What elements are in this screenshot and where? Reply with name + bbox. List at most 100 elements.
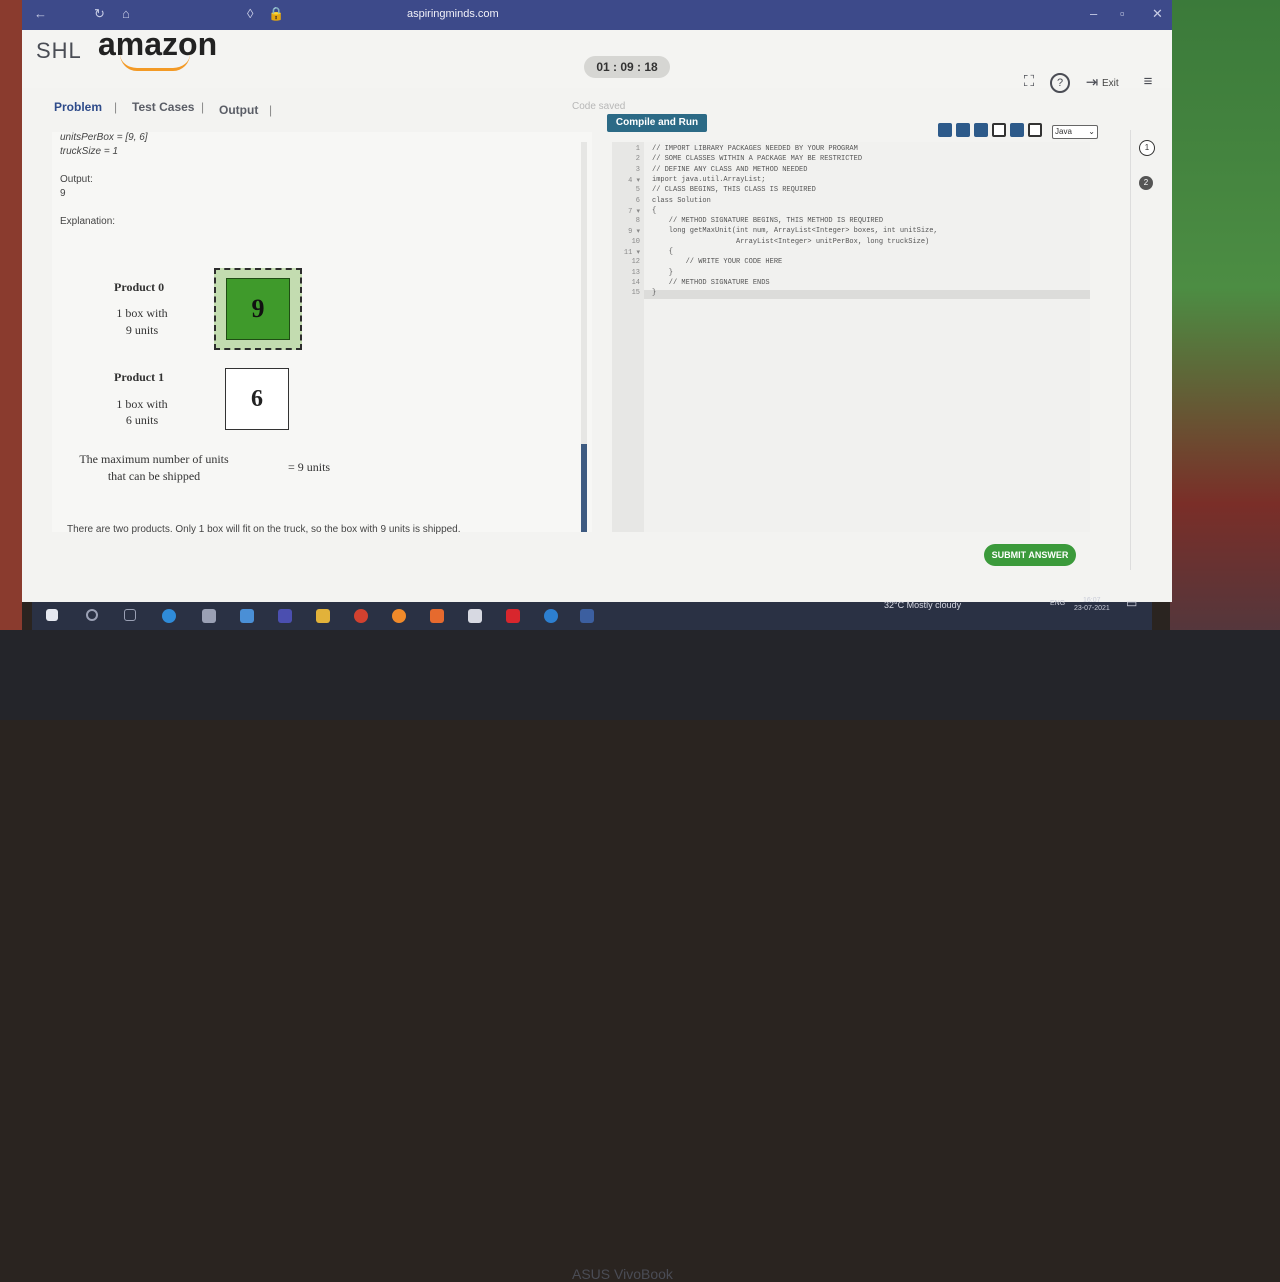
line-number: 9 ▾	[628, 228, 640, 237]
code-line[interactable]: // CLASS BEGINS, THIS CLASS IS REQUIRED	[652, 186, 816, 194]
weather-status[interactable]: 32°C Mostly cloudy	[884, 600, 961, 610]
code-line[interactable]: // WRITE YOUR CODE HERE	[652, 258, 783, 266]
task-view-icon[interactable]	[124, 609, 136, 621]
terminal-icon[interactable]	[580, 609, 594, 623]
line-number: 2	[635, 155, 640, 164]
code-line[interactable]: class Solution	[652, 197, 711, 205]
line-number: 8	[635, 217, 640, 226]
code-line[interactable]: {	[652, 248, 673, 256]
explanation-summary: There are two products. Only 1 box will …	[67, 524, 461, 535]
problem-scrollbar-thumb[interactable]	[581, 444, 587, 532]
help-icon[interactable]: ?	[1050, 73, 1070, 93]
code-line[interactable]: // METHOD SIGNATURE ENDS	[652, 279, 770, 287]
chevron-down-icon: ⌄	[1088, 127, 1095, 136]
windows-taskbar	[32, 602, 1152, 630]
result-label-line2: that can be shipped	[107, 469, 201, 483]
product-1-title: Product 1	[114, 370, 165, 384]
exit-icon[interactable]: ⇥	[1082, 73, 1102, 93]
code-line[interactable]: long getMaxUnit(int num, ArrayList<Integ…	[652, 227, 938, 235]
language-select[interactable]: Java ⌄	[1052, 125, 1098, 139]
tab-test-cases[interactable]: Test Cases	[132, 100, 194, 114]
code-line[interactable]: import java.util.ArrayList;	[652, 176, 765, 184]
code-line[interactable]: // DEFINE ANY CLASS AND METHOD NEEDED	[652, 166, 807, 174]
close-icon[interactable]: ✕	[1152, 6, 1163, 22]
output-label: Output:	[60, 174, 93, 185]
tab-problem[interactable]: Problem	[54, 100, 102, 114]
code-line[interactable]: // SOME CLASSES WITHIN A PACKAGE MAY BE …	[652, 155, 862, 163]
line-number: 4 ▾	[628, 176, 640, 185]
reset-icon[interactable]	[938, 123, 952, 137]
restore-icon[interactable]: ▫	[1120, 6, 1125, 21]
product-0-line1: 1 box with	[116, 306, 168, 320]
line-number: 6	[635, 196, 640, 205]
code-line[interactable]: // METHOD SIGNATURE BEGINS, THIS METHOD …	[652, 217, 883, 225]
question-steps: 1 2	[1130, 130, 1161, 570]
layout-alt-icon[interactable]	[1010, 123, 1024, 137]
question-step-2[interactable]: 2	[1139, 176, 1153, 190]
app-header: SHL amazon 01 : 09 : 18 ⛶ ? ⇥ Exit ≡	[22, 26, 1172, 93]
amazon-smile-icon	[120, 54, 190, 71]
product-0-line2: 9 units	[125, 323, 159, 337]
back-icon[interactable]: ←	[34, 6, 47, 21]
layout-split-icon[interactable]	[1028, 123, 1042, 137]
layout-icon[interactable]	[992, 123, 1006, 137]
reload-icon[interactable]: ↻	[94, 6, 105, 22]
app-icon[interactable]	[278, 609, 292, 623]
compile-run-button[interactable]: Compile and Run	[607, 114, 707, 132]
laptop-bezel: ASUS VivoBook	[0, 630, 1280, 1282]
input-language[interactable]: ENG	[1050, 600, 1065, 607]
code-line[interactable]: }	[652, 289, 656, 297]
media-player-icon[interactable]	[544, 609, 558, 623]
app-screen: SHL amazon 01 : 09 : 18 ⛶ ? ⇥ Exit ≡ Pro…	[22, 26, 1172, 602]
clock-date[interactable]: 23-07-2021	[1074, 605, 1110, 612]
background-left	[0, 0, 22, 720]
fullscreen-icon[interactable]: ⛶	[1019, 73, 1039, 93]
store-icon[interactable]	[202, 609, 216, 623]
line-number: 5	[635, 186, 640, 195]
acrobat-icon[interactable]	[506, 609, 520, 623]
firefox-icon[interactable]	[392, 609, 406, 623]
product-1-line2: 6 units	[125, 413, 159, 427]
mail-icon[interactable]	[240, 609, 254, 623]
edge-icon[interactable]	[162, 609, 176, 623]
product-1-box: 6	[225, 368, 289, 430]
result-value: = 9 units	[288, 460, 331, 474]
office-icon[interactable]	[354, 609, 368, 623]
lock-icon: 🔒	[268, 6, 285, 21]
problem-pane: unitsPerBox = [9, 6] truckSize = 1 Outpu…	[52, 132, 592, 535]
minimize-icon[interactable]: –	[1090, 6, 1097, 21]
file-explorer-icon[interactable]	[316, 609, 330, 623]
settings-icon[interactable]	[974, 123, 988, 137]
notification-icon[interactable]: ▭	[1126, 596, 1137, 610]
tab-divider: |	[201, 100, 205, 114]
question-step-1[interactable]: 1	[1139, 140, 1155, 156]
line-number: 1	[635, 145, 640, 153]
menu-icon[interactable]: ≡	[1138, 73, 1158, 93]
line-number: 15	[631, 289, 640, 298]
code-line[interactable]: {	[652, 207, 656, 215]
code-line[interactable]: }	[652, 269, 673, 277]
line-number: 12	[631, 258, 640, 267]
code-line[interactable]: // IMPORT LIBRARY PACKAGES NEEDED BY YOU…	[652, 145, 858, 153]
exit-button[interactable]: Exit	[1102, 78, 1119, 89]
shl-logo: SHL	[36, 38, 82, 63]
submit-answer-button[interactable]: SUBMIT ANSWER	[984, 544, 1076, 566]
code-saved-status: Code saved	[572, 101, 626, 112]
code-line[interactable]: ArrayList<Integer> unitPerBox, long truc…	[652, 238, 929, 246]
tab-divider: |	[114, 100, 118, 114]
search-icon[interactable]	[86, 609, 98, 621]
home-icon[interactable]: ⌂	[122, 6, 130, 21]
matlab-icon[interactable]	[430, 609, 444, 623]
tab-output[interactable]: Output	[219, 103, 258, 117]
background-right	[1170, 0, 1280, 720]
url-domain[interactable]: aspiringminds.com	[407, 8, 499, 20]
code-editor[interactable]: 1 // IMPORT LIBRARY PACKAGES NEEDED BY YO…	[612, 142, 1090, 532]
line-number: 7 ▾	[628, 207, 640, 216]
line-number: 14	[631, 278, 640, 287]
result-label-line1: The maximum number of units	[79, 452, 229, 466]
windows-start-icon[interactable]	[46, 609, 58, 621]
product-0-box: 9	[226, 278, 290, 340]
notepad-icon[interactable]	[468, 609, 482, 623]
clock-time[interactable]: 16:07	[1083, 597, 1101, 604]
save-icon[interactable]	[956, 123, 970, 137]
